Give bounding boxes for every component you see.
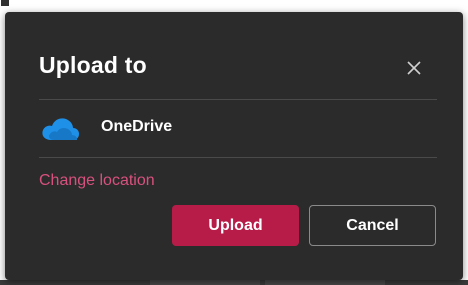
background-fragment [1, 0, 9, 6]
upload-dialog: Upload to OneDrive Change location Uploa… [5, 12, 463, 280]
upload-button[interactable]: Upload [172, 205, 299, 246]
change-location-link[interactable]: Change location [39, 172, 155, 190]
divider [39, 157, 437, 158]
dialog-title: Upload to [39, 52, 147, 78]
cancel-button[interactable]: Cancel [309, 205, 436, 246]
location-label: OneDrive [101, 118, 173, 135]
close-button[interactable] [403, 57, 425, 79]
background-fragment [150, 280, 260, 285]
background-fragment [265, 280, 385, 285]
onedrive-cloud-icon [42, 118, 79, 140]
background-bottom-strip [0, 280, 468, 285]
divider [39, 99, 437, 100]
close-icon [407, 61, 421, 75]
